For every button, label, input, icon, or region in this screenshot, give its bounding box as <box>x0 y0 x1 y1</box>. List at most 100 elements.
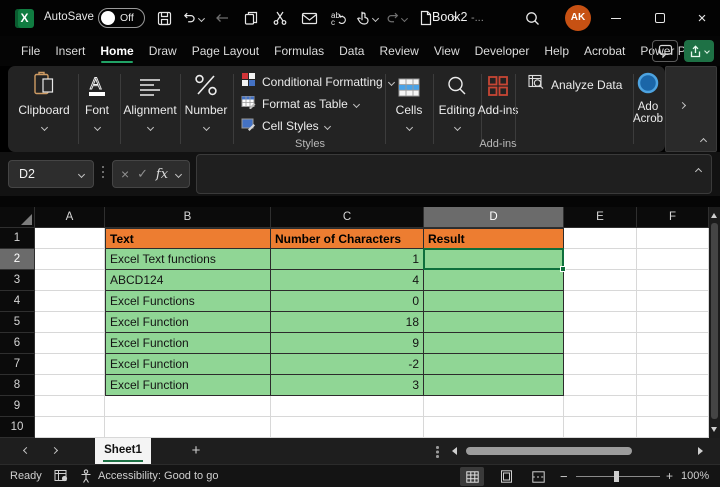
add-ins-button[interactable]: Add-ins <box>469 69 527 117</box>
sheetbar-grip[interactable] <box>436 446 439 449</box>
adobe-acrobat-button[interactable]: Ado Acrob <box>628 69 665 125</box>
cell-C3[interactable]: 4 <box>271 270 424 291</box>
cell-D4[interactable] <box>424 291 564 312</box>
row-header-9[interactable]: 9 <box>0 396 35 417</box>
cell-D1[interactable]: Result <box>424 228 564 249</box>
cell-B4[interactable]: Excel Functions <box>105 291 271 312</box>
minimize-button[interactable] <box>596 0 636 36</box>
cell-F9[interactable] <box>637 396 709 417</box>
ribbon-tab-draw[interactable]: Draw <box>146 36 180 66</box>
cell-D2[interactable] <box>424 249 564 270</box>
cell-D5[interactable] <box>424 312 564 333</box>
accessibility-status[interactable]: Accessibility: Good to go <box>80 469 218 483</box>
styles-group-label[interactable]: Styles <box>270 138 350 150</box>
ribbon-tab-home[interactable]: Home <box>97 36 136 66</box>
cell-F2[interactable] <box>637 249 709 270</box>
cell-F3[interactable] <box>637 270 709 291</box>
collapse-ribbon-chevron[interactable] <box>700 138 707 145</box>
enter-icon[interactable]: ✓ <box>137 166 148 182</box>
maximize-button[interactable] <box>640 0 680 36</box>
select-all-button[interactable] <box>0 207 35 228</box>
ribbon-next-chevron[interactable] <box>679 102 686 109</box>
column-header-B[interactable]: B <box>105 207 271 228</box>
user-avatar[interactable]: AK <box>565 5 591 31</box>
cell-B1[interactable]: Text <box>105 228 271 249</box>
undo-button[interactable] <box>182 6 204 30</box>
cell-A2[interactable] <box>35 249 105 270</box>
clipboard-group-button[interactable]: Clipboard <box>15 69 73 135</box>
number-group-button[interactable]: Number <box>177 69 235 135</box>
cell-C5[interactable]: 18 <box>271 312 424 333</box>
cell-A7[interactable] <box>35 354 105 375</box>
row-header-2[interactable]: 2 <box>0 249 35 270</box>
alignment-group-button[interactable]: Alignment <box>121 69 179 135</box>
cut-icon[interactable] <box>269 6 291 30</box>
cell-A10[interactable] <box>35 417 105 438</box>
cell-B2[interactable]: Excel Text functions <box>105 249 271 270</box>
cell-E3[interactable] <box>564 270 637 291</box>
cell-E5[interactable] <box>564 312 637 333</box>
cell-F4[interactable] <box>637 291 709 312</box>
replace-icon[interactable]: ab c <box>327 6 349 30</box>
cell-E9[interactable] <box>564 396 637 417</box>
insert-function-icon[interactable]: fx <box>156 167 168 182</box>
hscroll-left-icon[interactable] <box>452 447 457 455</box>
close-button[interactable]: × <box>682 0 720 36</box>
page-layout-view-button[interactable] <box>494 467 518 486</box>
ribbon-tab-review[interactable]: Review <box>376 36 421 66</box>
ribbon-tab-view[interactable]: View <box>431 36 463 66</box>
cell-E2[interactable] <box>564 249 637 270</box>
analyze-data-button[interactable]: Analyze Data <box>528 74 622 95</box>
prev-sheet-chevron[interactable] <box>23 447 30 454</box>
cell-C9[interactable] <box>271 396 424 417</box>
row-header-8[interactable]: 8 <box>0 375 35 396</box>
cell-B7[interactable]: Excel Function <box>105 354 271 375</box>
zoom-in-button[interactable]: + <box>666 469 673 483</box>
cell-A8[interactable] <box>35 375 105 396</box>
column-header-E[interactable]: E <box>564 207 637 228</box>
row-header-1[interactable]: 1 <box>0 228 35 249</box>
cell-C2[interactable]: 1 <box>271 249 424 270</box>
cell-E10[interactable] <box>564 417 637 438</box>
cell-D7[interactable] <box>424 354 564 375</box>
row-header-5[interactable]: 5 <box>0 312 35 333</box>
zoom-slider[interactable] <box>576 476 660 477</box>
column-header-A[interactable]: A <box>35 207 105 228</box>
cell-C1[interactable]: Number of Characters <box>271 228 424 249</box>
scroll-down-icon[interactable] <box>711 427 717 432</box>
row-header-4[interactable]: 4 <box>0 291 35 312</box>
email-icon[interactable] <box>298 6 320 30</box>
cell-F1[interactable] <box>637 228 709 249</box>
font-group-button[interactable]: A Font <box>68 69 126 135</box>
cell-D10[interactable] <box>424 417 564 438</box>
formula-bar-collapse-chevron[interactable] <box>695 168 702 175</box>
ribbon-tab-page-layout[interactable]: Page Layout <box>189 36 262 66</box>
ribbon-tab-insert[interactable]: Insert <box>52 36 88 66</box>
share-button[interactable] <box>684 40 714 62</box>
ribbon-tab-developer[interactable]: Developer <box>472 36 533 66</box>
fill-handle[interactable] <box>560 266 566 272</box>
cell-A6[interactable] <box>35 333 105 354</box>
hscroll-right-icon[interactable] <box>698 447 703 455</box>
name-box[interactable]: D2 <box>8 160 94 188</box>
row-header-10[interactable]: 10 <box>0 417 35 438</box>
cell-E7[interactable] <box>564 354 637 375</box>
cell-D3[interactable] <box>424 270 564 291</box>
ribbon-tab-acrobat[interactable]: Acrobat <box>581 36 628 66</box>
autosave-toggle[interactable]: Off <box>98 8 145 28</box>
cell-B3[interactable]: ABCD124 <box>105 270 271 291</box>
zoom-slider-thumb[interactable] <box>614 471 619 482</box>
column-header-D[interactable]: D <box>424 207 564 228</box>
cell-styles-button[interactable]: Cell Styles <box>241 116 330 136</box>
cell-C8[interactable]: 3 <box>271 375 424 396</box>
cell-E1[interactable] <box>564 228 637 249</box>
cell-B6[interactable]: Excel Function <box>105 333 271 354</box>
scroll-up-icon[interactable] <box>711 213 717 218</box>
touch-mode-icon[interactable] <box>356 6 378 30</box>
cell-F5[interactable] <box>637 312 709 333</box>
cell-D9[interactable] <box>424 396 564 417</box>
cell-C10[interactable] <box>271 417 424 438</box>
cell-C4[interactable]: 0 <box>271 291 424 312</box>
cell-B8[interactable]: Excel Function <box>105 375 271 396</box>
fx-chevron[interactable] <box>175 170 182 177</box>
